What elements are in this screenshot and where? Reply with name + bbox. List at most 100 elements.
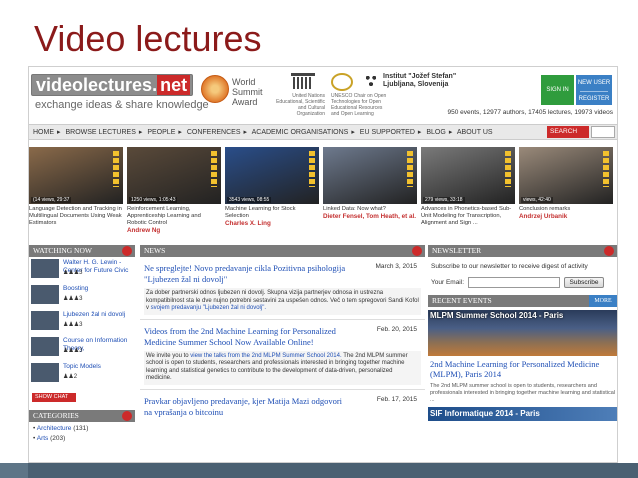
event-banner[interactable]: MLPM Summer School 2014 - Paris	[428, 310, 617, 356]
news-body-link[interactable]: svojem predavanju "Ljubezen žal ni dovol…	[151, 305, 266, 311]
lecture-thumb-image[interactable]: 3543 views, 08:55	[225, 147, 319, 204]
rating-stars-icon	[505, 151, 511, 187]
category-item[interactable]: • Arts (203)	[29, 432, 135, 442]
thumb-views: 3543 views, 08:55	[227, 197, 272, 203]
watch-label[interactable]: Topic Models	[63, 363, 135, 371]
nav-conferences[interactable]: CONFERENCES	[187, 129, 241, 136]
thumb-title[interactable]: Language Detection and Tracking in Multi…	[29, 206, 123, 227]
thumb-title[interactable]: Linked Data: Now what?	[323, 206, 417, 213]
watch-thumb[interactable]	[31, 259, 59, 278]
rating-stars-icon	[211, 151, 217, 187]
nav-home[interactable]: HOME	[33, 129, 54, 136]
event-banner-label: SIF Informatique 2014 - Paris	[430, 409, 540, 418]
email-label: Your Email:	[431, 279, 464, 286]
ijs-text: Institut "Jožef Stefan" Ljubljana, Slove…	[383, 73, 457, 88]
news-title: NEWS	[144, 246, 166, 255]
nav-browse-lectures[interactable]: BROWSE LECTURES	[65, 129, 135, 136]
list-item[interactable]: Topic Models ♟♟2	[31, 363, 133, 383]
news-item-title[interactable]: Pravkar objavljeno predavanje, kjer Mati…	[144, 396, 349, 418]
slide-footer-bar	[0, 463, 638, 478]
categories-title: CATEGORIES	[33, 411, 79, 420]
nav-people[interactable]: PEOPLE	[147, 129, 175, 136]
newsletter-title: NEWSLETTER	[432, 246, 482, 255]
list-item[interactable]: Course on Information Theory, ♟♟♟3	[31, 337, 133, 357]
main-nav: HOME ▸ BROWSE LECTURES ▸ PEOPLE ▸ CONFERENC…	[29, 124, 617, 140]
thumb-title[interactable]: Advances in Phonetics-based Sub-Unit Mod…	[421, 206, 515, 227]
news-item-title[interactable]: Ne spreglejte! Novo predavanje cikla Poz…	[144, 263, 349, 285]
news-item-date: Feb. 20, 2015	[376, 325, 417, 333]
register-button[interactable]: NEW USER REGISTER	[576, 75, 612, 105]
news-item-title[interactable]: Videos from the 2nd Machine Learning for…	[144, 326, 349, 348]
nav-about-us[interactable]: ABOUT US	[457, 129, 493, 136]
watch-label[interactable]: Boosting	[63, 285, 135, 293]
lecture-thumb-image[interactable]: 1250 views, 1:05:43	[127, 147, 221, 204]
site-stats: 950 events, 12977 authors, 17405 lecture…	[447, 109, 613, 116]
people-rating: ♟♟♟3	[63, 296, 83, 302]
thumb-title[interactable]: Reinforcement Learning, Apprenticeship L…	[127, 206, 221, 227]
thumb-author[interactable]: Andrzej Urbanik	[519, 213, 613, 221]
lecture-thumb-image[interactable]	[323, 147, 417, 204]
show-chat-button[interactable]: SHOW CHAT	[32, 393, 76, 402]
nav-blog[interactable]: BLOG	[426, 129, 445, 136]
logo-net-text: net	[157, 75, 191, 95]
lecture-thumb[interactable]: (14 views, 29:37 Language Detection and …	[29, 147, 123, 227]
subscribe-button[interactable]: Subscribe	[564, 277, 604, 288]
rating-stars-icon	[113, 151, 119, 187]
unitwin-logo-icon	[331, 73, 353, 91]
news-item-body: We invite you to view the talks from the…	[144, 350, 421, 385]
nav-eu-supported[interactable]: EU SUPPORTED	[360, 129, 415, 136]
search-button[interactable]: SEARCH	[547, 126, 589, 138]
watch-thumb[interactable]	[31, 363, 59, 382]
news-item-date: March 3, 2015	[375, 263, 417, 270]
recent-events-heading: RECENT EVENTS MORE	[428, 295, 617, 307]
right-column: NEWSLETTER Subscribe to our newsletter t…	[428, 245, 617, 462]
category-count: (203)	[50, 435, 66, 442]
thumb-views: (14 views, 29:37	[31, 197, 72, 203]
watch-thumb[interactable]	[31, 311, 59, 330]
nav-academic-organisations[interactable]: ACADEMIC ORGANISATIONS	[252, 129, 349, 136]
people-rating-count: 2	[73, 374, 78, 380]
watch-thumb[interactable]	[31, 337, 59, 356]
email-field[interactable]	[468, 277, 560, 288]
lecture-thumb-image[interactable]: (14 views, 29:37	[29, 147, 123, 204]
list-item[interactable]: Walter H. G. Lewin - Center for Future C…	[31, 259, 133, 279]
lecture-thumb-image[interactable]: views, 42:40	[519, 147, 613, 204]
videolectures-logo[interactable]: videolectures. net	[31, 74, 193, 96]
categories-heading: CATEGORIES	[29, 410, 135, 422]
lecture-thumb[interactable]: Linked Data: Now what? Dieter Fensel, To…	[323, 147, 417, 221]
people-rating-count: 3	[79, 348, 83, 354]
lecture-thumb[interactable]: 279 views, 33:18 Advances in Phonetics-b…	[421, 147, 515, 227]
category-name[interactable]: Architecture	[37, 425, 72, 432]
category-item[interactable]: • Architecture (131)	[29, 422, 135, 432]
event-text: The 2nd MLPM summer school is open to st…	[430, 383, 615, 403]
category-count: (131)	[73, 425, 89, 432]
thumb-title[interactable]: Machine Learning for Stock Selection	[225, 206, 319, 220]
lecture-thumb[interactable]: views, 42:40 Conclusion remarks Andrzej …	[519, 147, 613, 221]
sign-in-button[interactable]: SIGN IN	[541, 75, 574, 105]
list-item[interactable]: Ljubezen žal ni dovolj ♟♟♟3	[31, 311, 133, 331]
more-button[interactable]: MORE	[589, 295, 617, 307]
lecture-thumb[interactable]: 3543 views, 08:55 Machine Learning for S…	[225, 147, 319, 228]
lecture-thumb[interactable]: 1250 views, 1:05:43 Reinforcement Learni…	[127, 147, 221, 235]
event-title[interactable]: 2nd Machine Learning for Personalized Me…	[428, 356, 617, 379]
watch-thumb[interactable]	[31, 285, 59, 304]
thumb-views: 279 views, 33:18	[423, 197, 465, 203]
event-banner[interactable]: SIF Informatique 2014 - Paris	[428, 407, 617, 421]
category-name[interactable]: Arts	[37, 435, 49, 442]
thumb-author[interactable]: Dieter Fensel, Tom Heath, et al.	[323, 213, 417, 221]
red-dot-icon	[122, 246, 132, 256]
recent-events-title: RECENT EVENTS	[432, 296, 492, 305]
thumb-title[interactable]: Conclusion remarks	[519, 206, 613, 213]
news-body-link[interactable]: view the talks from the 2nd MLPM Summer …	[190, 353, 341, 359]
search-input[interactable]	[591, 126, 615, 138]
news-body-text: We invite you to	[146, 352, 191, 359]
thumb-author[interactable]: Andrew Ng	[127, 227, 221, 235]
thumb-author[interactable]: Charles X. Ling	[225, 220, 319, 228]
list-item[interactable]: Boosting ♟♟♟3	[31, 285, 133, 305]
news-column: NEWS Ne spreglejte! Novo predavanje cikl…	[140, 245, 425, 462]
watch-label[interactable]: Ljubezen žal ni dovolj	[63, 311, 135, 319]
lecture-thumb-image[interactable]: 279 views, 33:18	[421, 147, 515, 204]
world-summit-award-icon	[201, 75, 229, 103]
people-rating: ♟♟♟3	[63, 322, 83, 328]
red-dot-icon	[412, 246, 422, 256]
